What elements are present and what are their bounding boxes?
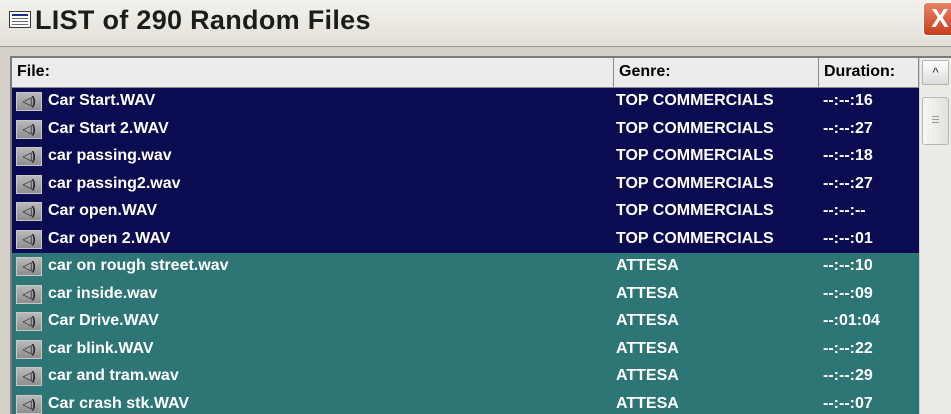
list-item[interactable]: ◁) Car crash stk.WAV ATTESA --:--:07	[12, 390, 919, 414]
file-name: Car open.WAV	[48, 202, 158, 219]
genre-cell: TOP COMMERCIALS	[616, 119, 774, 137]
list-item[interactable]: ◁) car and tram.wav ATTESA --:--:29	[12, 363, 919, 391]
genre-cell: ATTESA	[616, 367, 679, 384]
duration-cell: --:--:--	[823, 202, 866, 219]
list-item[interactable]: ◁) car passing.wav TOP COMMERCIALS --:--:18	[12, 143, 919, 171]
duration-cell: --:--:29	[823, 367, 873, 384]
vertical-scrollbar[interactable]: ^	[919, 58, 951, 414]
window-title: LIST of 290 Random Files	[35, 5, 371, 35]
file-name: car blink.WAV	[48, 339, 154, 357]
file-name: Car crash stk.WAV	[48, 394, 190, 412]
duration-cell: --:--:27	[823, 119, 873, 137]
title-bar: LIST of 290 Random Files X	[0, 0, 951, 47]
duration-cell: --:--:27	[823, 174, 873, 192]
duration-cell: --:--:07	[823, 394, 873, 412]
scroll-thumb[interactable]	[922, 97, 949, 145]
genre-cell: ATTESA	[616, 312, 679, 329]
speaker-icon[interactable]: ◁)	[16, 284, 42, 304]
file-name: car and tram.wav	[48, 367, 179, 384]
column-header-duration[interactable]: Duration:	[819, 58, 919, 88]
speaker-icon[interactable]: ◁)	[16, 367, 42, 386]
list-item[interactable]: ◁) car inside.wav ATTESA --:--:09	[12, 280, 919, 308]
column-header-file[interactable]: File:	[12, 58, 614, 88]
duration-cell: --:01:04	[823, 312, 880, 329]
genre-cell: ATTESA	[616, 394, 679, 412]
file-name: Car Start.WAV	[48, 92, 156, 109]
list-item[interactable]: ◁) Car Start.WAV TOP COMMERCIALS --:--:16	[12, 88, 919, 116]
genre-cell: TOP COMMERCIALS	[616, 229, 774, 247]
list-item[interactable]: ◁) Car open 2.WAV TOP COMMERCIALS --:--:01	[12, 225, 919, 253]
genre-cell: TOP COMMERCIALS	[616, 147, 774, 164]
list-item[interactable]: ◁) Car open.WAV TOP COMMERCIALS --:--:--	[12, 198, 919, 226]
duration-cell: --:--:09	[823, 284, 873, 302]
file-name: car passing.wav	[48, 147, 172, 164]
file-name: Car Drive.WAV	[48, 312, 159, 329]
list-header: File: Genre: Duration:	[12, 58, 951, 88]
list-item[interactable]: ◁) Car Drive.WAV ATTESA --:01:04	[12, 308, 919, 336]
file-name: car on rough street.wav	[48, 257, 229, 274]
speaker-icon[interactable]: ◁)	[16, 339, 42, 359]
speaker-icon[interactable]: ◁)	[16, 394, 42, 414]
speaker-icon[interactable]: ◁)	[16, 147, 42, 166]
speaker-icon[interactable]: ◁)	[16, 229, 42, 249]
genre-cell: TOP COMMERCIALS	[616, 202, 774, 219]
duration-cell: --:--:22	[823, 339, 873, 357]
column-header-genre[interactable]: Genre:	[614, 58, 819, 88]
list-item[interactable]: ◁) car blink.WAV ATTESA --:--:22	[12, 335, 919, 363]
genre-cell: ATTESA	[616, 257, 679, 274]
speaker-icon[interactable]: ◁)	[16, 119, 42, 139]
speaker-icon[interactable]: ◁)	[16, 257, 42, 276]
scroll-up-button[interactable]: ^	[922, 60, 949, 85]
genre-cell: ATTESA	[616, 339, 679, 357]
file-list: File: Genre: Duration: ◁) Car Start.WAV TO…	[10, 56, 951, 414]
close-button[interactable]: X	[923, 2, 951, 36]
genre-cell: TOP COMMERCIALS	[616, 174, 774, 192]
list-item[interactable]: ◁) car passing2.wav TOP COMMERCIALS --:--:2…	[12, 170, 919, 198]
speaker-icon[interactable]: ◁)	[16, 174, 42, 194]
list-window-icon	[9, 11, 31, 28]
list-item[interactable]: ◁) Car Start 2.WAV TOP COMMERCIALS --:--:27	[12, 115, 919, 143]
duration-cell: --:--:10	[823, 257, 873, 274]
duration-cell: --:--:01	[823, 229, 873, 247]
speaker-icon[interactable]: ◁)	[16, 312, 42, 331]
file-name: car inside.wav	[48, 284, 158, 302]
genre-cell: ATTESA	[616, 284, 679, 302]
speaker-icon[interactable]: ◁)	[16, 202, 42, 221]
file-name: Car Start 2.WAV	[48, 119, 169, 137]
speaker-icon[interactable]: ◁)	[16, 92, 42, 111]
duration-cell: --:--:16	[823, 92, 873, 109]
file-name: car passing2.wav	[48, 174, 181, 192]
list-item[interactable]: ◁) car on rough street.wav ATTESA --:--:10	[12, 253, 919, 281]
duration-cell: --:--:18	[823, 147, 873, 164]
file-name: Car open 2.WAV	[48, 229, 171, 247]
genre-cell: TOP COMMERCIALS	[616, 92, 774, 109]
list-rows: ◁) Car Start.WAV TOP COMMERCIALS --:--:16 ◁)…	[12, 88, 919, 414]
